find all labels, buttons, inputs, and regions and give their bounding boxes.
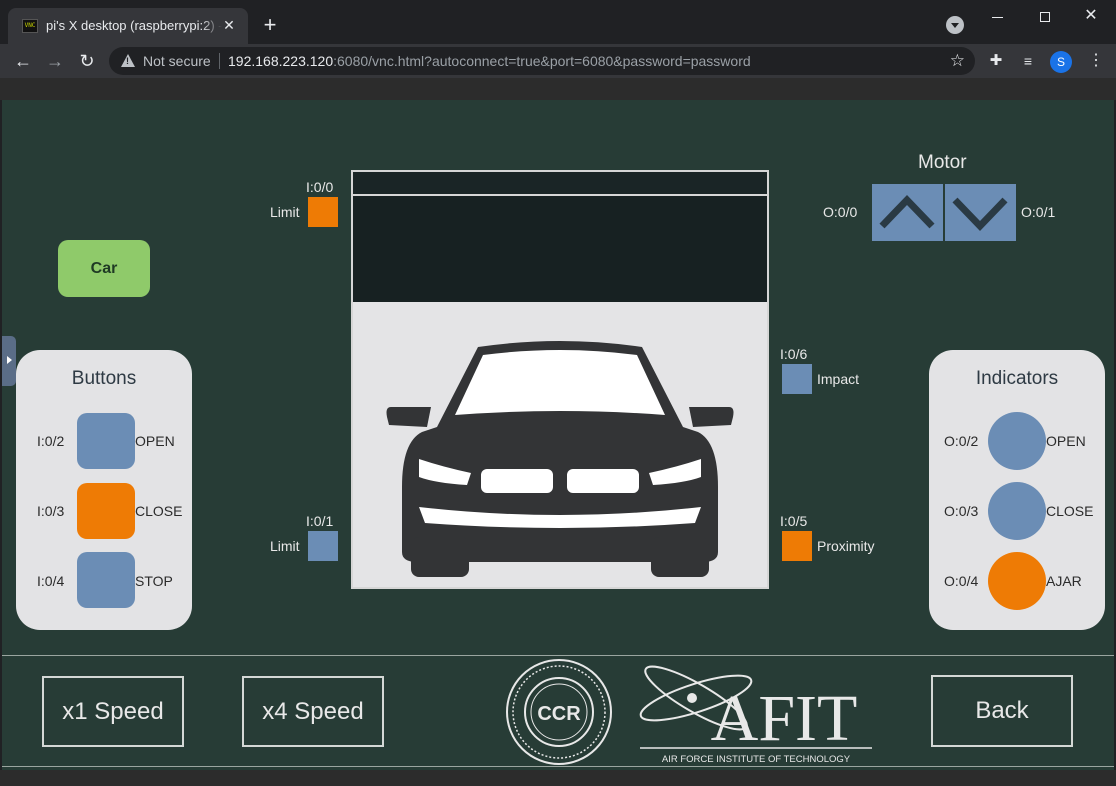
car-icon	[386, 341, 734, 577]
chevron-up-icon	[879, 194, 935, 229]
url-text[interactable]: 192.168.223.120:6080/vnc.html?autoconnec…	[228, 53, 751, 69]
chevron-down-icon	[952, 197, 1008, 232]
garage-door-top-rail	[353, 172, 767, 196]
garage-door	[353, 196, 767, 302]
indicators-panel: Indicators O:0/2 OPEN O:0/3 CLOSE O:0/4 …	[929, 350, 1105, 630]
tab-search-icon[interactable]	[946, 16, 964, 34]
back-arrow-icon[interactable]: ←	[11, 49, 35, 73]
novnc-sidebar-handle[interactable]	[2, 336, 16, 386]
limit-bottom-sensor	[308, 531, 338, 561]
impact-label: Impact	[817, 371, 860, 387]
car-button[interactable]: Car	[58, 240, 150, 297]
reload-icon[interactable]: ↻	[75, 49, 99, 73]
limit-top-address: I:0/0	[306, 179, 334, 195]
close-pushbutton[interactable]	[77, 483, 135, 539]
tab-title: pi's X desktop (raspberrypi:2) - noVNC	[46, 18, 222, 33]
button-close-address: I:0/3	[37, 503, 65, 519]
bottom-divider	[2, 655, 1114, 656]
indicator-open-lamp	[988, 412, 1046, 470]
media-control-icon[interactable]: ≡	[1016, 49, 1040, 73]
indicator-ajar-address: O:0/4	[944, 573, 979, 589]
impact-address: I:0/6	[780, 346, 808, 362]
bottom-edge-line	[2, 766, 1114, 767]
button-close-label: CLOSE	[135, 503, 183, 519]
motor-down-button[interactable]	[945, 184, 1016, 241]
profile-avatar[interactable]: S	[1050, 51, 1072, 73]
indicator-open-address: O:0/2	[944, 433, 979, 449]
close-window-button[interactable]: ✕	[1068, 4, 1114, 28]
afit-logo: AFIT AIR FORCE INSTITUTE OF TECHNOLOGY	[639, 665, 872, 765]
motor-down-address: O:0/1	[1021, 204, 1056, 220]
vnc-bottom-strip	[0, 770, 1116, 786]
button-open-address: I:0/2	[37, 433, 65, 449]
forward-arrow-icon[interactable]: →	[43, 49, 67, 73]
motor-up-address: O:0/0	[823, 204, 858, 220]
stop-pushbutton[interactable]	[77, 552, 135, 608]
button-open-label: OPEN	[135, 433, 175, 449]
open-pushbutton[interactable]	[77, 413, 135, 469]
afit-text: AFIT	[711, 682, 858, 755]
limit-top-label: Limit	[270, 204, 300, 220]
warning-icon	[121, 54, 135, 67]
browser-menu-icon[interactable]: ⋮	[1084, 49, 1108, 73]
indicator-open-label: OPEN	[1046, 433, 1086, 449]
proximity-address: I:0/5	[780, 513, 808, 529]
indicator-ajar-lamp	[988, 552, 1046, 610]
motor-up-button[interactable]	[872, 184, 943, 241]
hmi-screen: Car Buttons I:0/2 OPEN I:0/3 CLOSE I:0/4…	[2, 100, 1114, 770]
minimize-button[interactable]	[974, 4, 1020, 28]
maximize-button[interactable]	[1022, 4, 1068, 28]
buttons-panel-title: Buttons	[71, 368, 137, 389]
indicators-panel-title: Indicators	[975, 368, 1059, 389]
url-host: 192.168.223.120	[228, 53, 334, 69]
browser-toolbar: ← → ↻ Not secure 192.168.223.120:6080/vn…	[0, 44, 1116, 78]
limit-bottom-address: I:0/1	[306, 513, 334, 529]
x1-speed-button[interactable]: x1 Speed	[42, 676, 184, 747]
extensions-puzzle-icon[interactable]: ✚	[984, 49, 1008, 73]
afit-subtitle: AIR FORCE INSTITUTE OF TECHNOLOGY	[662, 754, 851, 765]
back-button[interactable]: Back	[931, 675, 1073, 747]
address-bar[interactable]: Not secure 192.168.223.120:6080/vnc.html…	[109, 47, 975, 75]
button-stop-label: STOP	[135, 573, 173, 589]
vnc-top-strip	[0, 78, 1116, 100]
motor-title: Motor	[918, 152, 967, 173]
ccr-logo: CCR	[506, 659, 612, 765]
ccr-text: CCR	[537, 703, 581, 725]
limit-bottom-label: Limit	[270, 538, 300, 554]
indicator-close-address: O:0/3	[944, 503, 979, 519]
buttons-panel: Buttons I:0/2 OPEN I:0/3 CLOSE I:0/4 STO…	[16, 350, 192, 630]
indicator-close-lamp	[988, 482, 1046, 540]
browser-titlebar: VNC pi's X desktop (raspberrypi:2) - noV…	[0, 0, 1116, 44]
vnc-favicon-icon: VNC	[22, 19, 38, 33]
url-path: :6080/vnc.html?autoconnect=true&port=608…	[333, 53, 751, 69]
omnibox-divider	[219, 53, 220, 69]
indicator-close-label: CLOSE	[1046, 503, 1094, 519]
browser-tab[interactable]: VNC pi's X desktop (raspberrypi:2) - noV…	[8, 8, 248, 44]
tab-close-icon[interactable]: ✕	[220, 16, 238, 34]
indicator-ajar-label: AJAR	[1046, 573, 1082, 589]
proximity-label: Proximity	[817, 538, 875, 554]
x4-speed-button[interactable]: x4 Speed	[242, 676, 384, 747]
new-tab-button[interactable]: +	[258, 14, 282, 38]
not-secure-label[interactable]: Not secure	[143, 53, 211, 69]
bookmark-star-icon[interactable]: ☆	[950, 50, 965, 72]
impact-sensor	[782, 364, 812, 394]
button-stop-address: I:0/4	[37, 573, 65, 589]
limit-top-sensor	[308, 197, 338, 227]
garage-scene	[351, 170, 769, 589]
proximity-sensor	[782, 531, 812, 561]
